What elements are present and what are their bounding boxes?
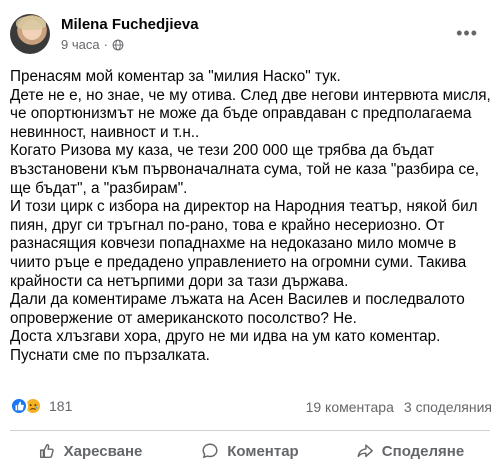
like-button[interactable]: Харесване: [10, 434, 170, 468]
comment-label: Коментар: [227, 442, 299, 460]
comment-icon: [202, 443, 218, 459]
post-meta: 9 часа ·: [61, 37, 124, 52]
post-text-line: ще бъдат", а "разбирам".: [10, 179, 188, 197]
post-text-line: невинност, наивност и т.н..: [10, 123, 200, 141]
author-avatar[interactable]: [10, 14, 50, 54]
post-body: Пренасям мой коментар за "милия Наско" т…: [10, 68, 492, 366]
post-text-line: Дете не е, но знае, че му отива. След дв…: [10, 86, 491, 104]
shares-count[interactable]: 3 споделяния: [404, 399, 492, 415]
post-text-line: И този цирк с избора на директор на Наро…: [10, 198, 478, 216]
share-button[interactable]: Споделяне: [330, 434, 490, 468]
post-timestamp[interactable]: 9 часа: [61, 37, 100, 52]
comments-count[interactable]: 19 коментара: [306, 399, 394, 415]
like-reaction-icon: [10, 397, 28, 415]
engagement-counts: 19 коментара 3 споделяния: [306, 399, 492, 415]
actions-divider: [10, 430, 490, 431]
post-text-line: Пуснати сме по пързалката.: [10, 346, 210, 364]
comment-button[interactable]: Коментар: [170, 434, 330, 468]
thumbs-up-icon: [39, 443, 54, 459]
post-actions: Харесване Коментар Споделяне: [10, 434, 490, 468]
post-header: Milena Fuchedjieva 9 часа · •••: [10, 10, 490, 58]
post-text-line: Когато Ризова му каза, че тези 200 000 щ…: [10, 142, 435, 160]
reactions-summary[interactable]: 181: [10, 397, 72, 415]
meta-separator: ·: [103, 37, 108, 52]
like-label: Харесване: [63, 442, 143, 460]
post-text-line: че опортюнизмът не може да бъде оправдав…: [10, 105, 472, 123]
share-label: Споделяне: [381, 442, 465, 460]
post-text-line: разнасящия ковчези попаднахме на недоказ…: [10, 235, 457, 253]
reaction-count: 181: [49, 398, 73, 414]
post-text-line: крайности са нетърпими дори за тази държ…: [10, 272, 349, 290]
post-text-line: опровержение от американското посолство?…: [10, 309, 357, 327]
facebook-post: Milena Fuchedjieva 9 часа · ••• Пренасям…: [0, 0, 500, 473]
post-text-line: Пренасям мой коментар за "милия Наско" т…: [10, 68, 341, 85]
globe-icon[interactable]: [112, 39, 124, 51]
share-icon: [357, 444, 373, 458]
post-text-line: чиито ръце е предадено управлението на о…: [10, 253, 467, 271]
post-stats: 181 19 коментара 3 споделяния: [10, 397, 492, 419]
post-text-line: Дали да коментираме лъжата на Асен Васил…: [10, 291, 465, 309]
post-text-line: пиян, друг си тръгнал по-рано, това е кр…: [10, 216, 445, 234]
post-text-line: Доста хлъзгави хора, друго не ми идва на…: [10, 328, 441, 346]
more-options-icon[interactable]: •••: [456, 24, 478, 42]
author-name[interactable]: Milena Fuchedjieva: [61, 16, 199, 33]
post-text-line: възстановени към първоначалната сума, то…: [10, 160, 479, 178]
